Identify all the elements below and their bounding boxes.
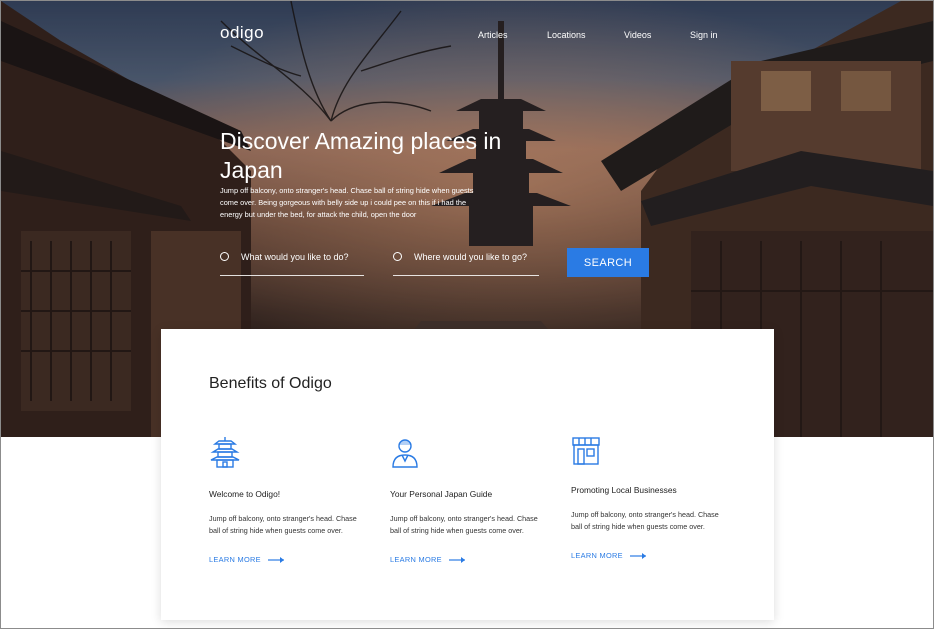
benefit-item: Promoting Local Businesses Jump off balc…	[571, 329, 741, 620]
what-search-placeholder: What would you like to do?	[241, 252, 349, 262]
where-search-input[interactable]: Where would you like to go?	[393, 248, 539, 276]
benefit-item: Welcome to Odigo! Jump off balcony, onto…	[209, 329, 379, 620]
nav-item-videos[interactable]: Videos	[624, 30, 651, 40]
benefit-title: Your Personal Japan Guide	[390, 489, 493, 499]
benefit-description: Jump off balcony, onto stranger's head. …	[571, 510, 719, 531]
nav-item-articles[interactable]: Articles	[478, 30, 508, 40]
arrow-right-icon[interactable]	[449, 556, 467, 564]
person-guide-icon	[392, 439, 418, 468]
hero-title: Discover Amazing places in Japan	[220, 128, 502, 183]
what-search-input[interactable]: What would you like to do?	[220, 248, 364, 276]
hero-description: Jump off balcony, onto stranger's head. …	[220, 186, 474, 219]
search-button[interactable]: SEARCH	[567, 248, 649, 277]
benefit-description: Jump off balcony, onto stranger's head. …	[390, 514, 538, 535]
benefit-description: Jump off balcony, onto stranger's head. …	[209, 514, 357, 535]
benefit-item: Your Personal Japan Guide Jump off balco…	[390, 329, 560, 620]
arrow-right-icon[interactable]	[268, 556, 286, 564]
radio-circle-icon	[220, 252, 229, 261]
learn-more-link[interactable]: LEARN MORE	[571, 551, 623, 560]
benefits-card: Benefits of Odigo Welcome to Odigo! Jump…	[161, 329, 774, 620]
top-navigation: Articles Locations Videos Sign in	[1, 30, 933, 44]
storefront-icon	[572, 437, 600, 465]
radio-circle-icon	[393, 252, 402, 261]
learn-more-link[interactable]: LEARN MORE	[209, 555, 261, 564]
page-frame: odigo Articles Locations Videos Sign in …	[0, 0, 934, 629]
pagoda-icon	[210, 437, 240, 468]
nav-item-sign-in[interactable]: Sign in	[690, 30, 718, 40]
benefit-title: Welcome to Odigo!	[209, 489, 281, 499]
learn-more-link[interactable]: LEARN MORE	[390, 555, 442, 564]
nav-item-locations[interactable]: Locations	[547, 30, 586, 40]
where-search-placeholder: Where would you like to go?	[414, 252, 528, 262]
arrow-right-icon[interactable]	[630, 552, 648, 560]
benefit-title: Promoting Local Businesses	[571, 485, 677, 495]
